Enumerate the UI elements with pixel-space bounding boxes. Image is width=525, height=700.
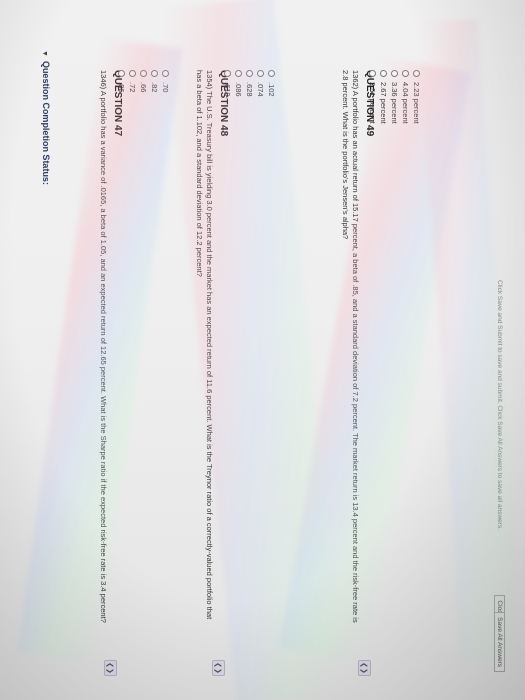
assessment-page: ▼ Question Completion Status: QUESTION 47… bbox=[0, 0, 525, 700]
option-label: .72 bbox=[128, 82, 137, 93]
option-label: 4.04 percent bbox=[401, 82, 410, 124]
option-label: .086 bbox=[234, 82, 243, 97]
radio-button[interactable] bbox=[391, 70, 398, 77]
option-label: .628 bbox=[245, 82, 254, 97]
option-label: 2.51 percent bbox=[368, 82, 377, 124]
question-text: 1362) A portfolio has an actual return o… bbox=[341, 70, 360, 623]
radio-button[interactable] bbox=[224, 70, 231, 77]
radio-button[interactable] bbox=[140, 70, 147, 77]
answer-option[interactable]: .628 bbox=[244, 70, 255, 97]
radio-button[interactable] bbox=[162, 70, 169, 77]
completion-status[interactable]: ▼ Question Completion Status: bbox=[41, 50, 51, 185]
answer-option[interactable]: 2.23 percent bbox=[411, 70, 422, 124]
question-text: 1346) A portfolio has a variance of .016… bbox=[99, 70, 108, 623]
option-label: .102 bbox=[267, 82, 276, 97]
question-nav-icon[interactable]: ❮❯ bbox=[104, 660, 117, 676]
answer-option[interactable]: .66 bbox=[138, 70, 149, 92]
radio-button[interactable] bbox=[257, 70, 264, 77]
footer-bar: Click Save and Submit to save and submit… bbox=[493, 40, 507, 680]
question-47-options: .70 .82 .66 .72 .86 bbox=[116, 70, 172, 92]
photo-frame: ▼ Question Completion Status: QUESTION 47… bbox=[0, 0, 525, 700]
question-title: QUESTION 47 bbox=[112, 70, 123, 137]
radio-button[interactable] bbox=[369, 70, 376, 77]
collapse-triangle-icon[interactable]: ▼ bbox=[41, 50, 48, 57]
completion-status-label: Question Completion Status: bbox=[41, 60, 51, 185]
answer-option[interactable]: 2.51 percent bbox=[367, 70, 378, 124]
radio-button[interactable] bbox=[380, 70, 387, 77]
option-label: 2.67 percent bbox=[379, 82, 388, 124]
answer-option[interactable]: .82 bbox=[149, 70, 160, 92]
answer-option[interactable]: .86 bbox=[116, 70, 127, 92]
radio-button[interactable] bbox=[413, 70, 420, 77]
question-title: QUESTION 49 bbox=[364, 70, 375, 137]
question-49-options: 2.23 percent 4.04 percent 3.36 percent 2… bbox=[367, 70, 423, 124]
option-label: 3.36 percent bbox=[390, 82, 399, 124]
question-48-options: .102 .074 .628 .086 .619 bbox=[222, 70, 278, 97]
radio-button[interactable] bbox=[268, 70, 275, 77]
option-label: .86 bbox=[117, 82, 126, 93]
answer-option[interactable]: .102 bbox=[266, 70, 277, 97]
answer-option[interactable]: .086 bbox=[233, 70, 244, 97]
option-label: .70 bbox=[161, 82, 170, 93]
question-text: 1354) The U.S. Treasury bill is yielding… bbox=[195, 70, 214, 620]
option-label: .82 bbox=[150, 82, 159, 93]
answer-option[interactable]: .70 bbox=[160, 70, 171, 92]
option-label: .619 bbox=[223, 82, 232, 97]
answer-option[interactable]: 3.36 percent bbox=[389, 70, 400, 124]
question-48: QUESTION 48 1354) The U.S. Treasury bill… bbox=[194, 70, 229, 630]
radio-button[interactable] bbox=[118, 70, 125, 77]
save-all-answers-button[interactable]: Save All Answers bbox=[494, 612, 505, 672]
option-label: .074 bbox=[256, 82, 265, 97]
answer-option[interactable]: 2.67 percent bbox=[378, 70, 389, 124]
answer-option[interactable]: .72 bbox=[127, 70, 138, 92]
question-49: QUESTION 49 1362) A portfolio has an act… bbox=[340, 70, 375, 630]
answer-option[interactable]: .074 bbox=[255, 70, 266, 97]
radio-button[interactable] bbox=[129, 70, 136, 77]
answer-option[interactable]: .619 bbox=[222, 70, 233, 97]
option-label: 2.23 percent bbox=[412, 82, 421, 124]
option-label: .66 bbox=[139, 82, 148, 93]
question-title: QUESTION 48 bbox=[218, 70, 229, 137]
answer-option[interactable]: 4.04 percent bbox=[400, 70, 411, 124]
question-nav-icon[interactable]: ❮❯ bbox=[358, 660, 371, 676]
radio-button[interactable] bbox=[151, 70, 158, 77]
radio-button[interactable] bbox=[402, 70, 409, 77]
footer-hint: Click Save and Submit to save and submit… bbox=[496, 280, 503, 530]
radio-button[interactable] bbox=[235, 70, 242, 77]
radio-button[interactable] bbox=[246, 70, 253, 77]
question-47: QUESTION 47 1346) A portfolio has a vari… bbox=[98, 70, 123, 630]
question-nav-icon[interactable]: ❮❯ bbox=[212, 660, 225, 676]
